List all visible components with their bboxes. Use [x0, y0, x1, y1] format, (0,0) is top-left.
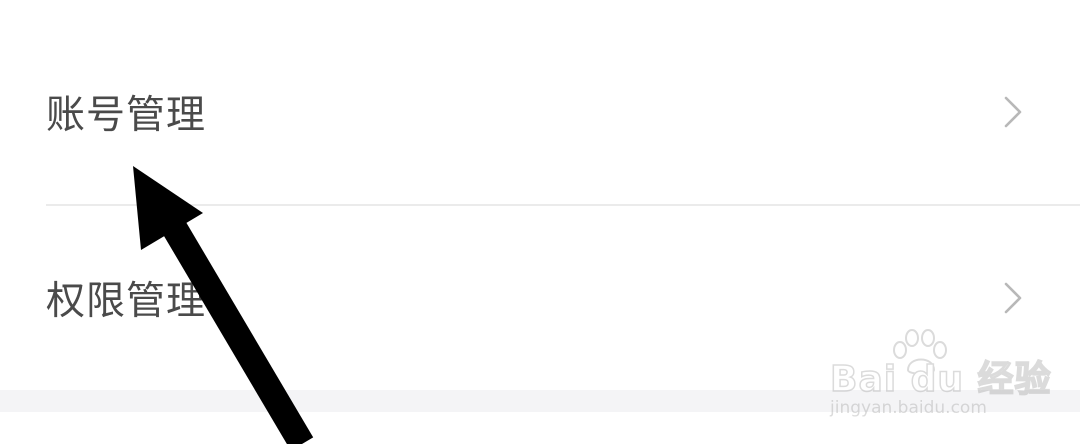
menu-item-label: 权限管理: [46, 279, 207, 324]
chevron-right-icon: [1004, 282, 1022, 314]
menu-item-permission-management[interactable]: 权限管理: [0, 205, 1080, 391]
settings-menu-list: 账号管理 权限管理: [0, 0, 1080, 390]
chevron-right-icon: [1004, 96, 1022, 128]
next-section: [0, 412, 1080, 444]
section-separator: [0, 390, 1080, 412]
menu-item-label: 账号管理: [46, 93, 207, 138]
menu-item-account-management[interactable]: 账号管理: [0, 19, 1080, 205]
